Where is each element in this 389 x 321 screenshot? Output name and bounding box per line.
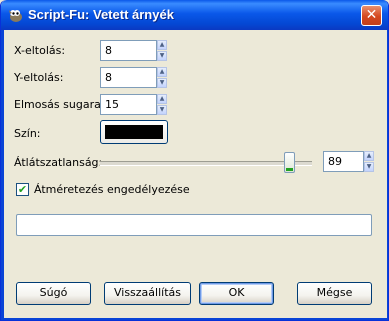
help-button[interactable]: Súgó	[16, 282, 91, 305]
arrow-down-icon: ▼	[159, 52, 165, 59]
resize-checkbox[interactable]: ✔	[16, 183, 29, 196]
x-offset-label: X-eltolás:	[14, 44, 66, 57]
opacity-up-button[interactable]: ▲	[364, 151, 374, 161]
script-fu-dialog: Script-Fu: Vetett árnyék ✕ X-eltolás: 8 …	[0, 0, 389, 321]
window-title: Script-Fu: Vetett árnyék	[28, 7, 174, 22]
cancel-button[interactable]: Mégse	[297, 282, 372, 305]
x-offset-spinner: 8 ▲ ▼	[100, 40, 167, 61]
blur-radius-label: Elmosás sugara:	[14, 98, 105, 111]
y-offset-up-button[interactable]: ▲	[157, 67, 167, 77]
color-label: Szín:	[14, 127, 41, 140]
opacity-slider-thumb[interactable]	[283, 152, 295, 173]
y-offset-input[interactable]: 8	[100, 67, 157, 88]
y-offset-label: Y-eltolás:	[14, 71, 64, 84]
arrow-down-icon: ▼	[366, 163, 372, 170]
ok-button[interactable]: OK	[199, 282, 274, 305]
arrow-up-icon: ▲	[159, 95, 165, 102]
blur-radius-down-button[interactable]: ▼	[157, 105, 167, 115]
blur-radius-input[interactable]: 15	[100, 94, 157, 115]
reset-button-label: Visszaállítás	[113, 286, 181, 299]
ok-button-label: OK	[228, 286, 245, 299]
help-button-label: Súgó	[39, 286, 68, 299]
color-swatch	[105, 125, 163, 139]
status-text-box	[16, 214, 372, 236]
y-offset-spinner: 8 ▲ ▼	[100, 67, 167, 88]
reset-button[interactable]: Visszaállítás	[104, 282, 191, 305]
x-offset-up-button[interactable]: ▲	[157, 40, 167, 50]
opacity-label: Átlátszatlanság:	[14, 156, 103, 169]
opacity-slider-track[interactable]	[100, 161, 312, 166]
blur-radius-up-button[interactable]: ▲	[157, 94, 167, 104]
opacity-spinner: 89 ▲ ▼	[323, 151, 388, 172]
cancel-button-label: Mégse	[316, 286, 353, 299]
arrow-up-icon: ▲	[366, 152, 372, 159]
opacity-down-button[interactable]: ▼	[364, 162, 374, 172]
arrow-up-icon: ▲	[159, 41, 165, 48]
blur-radius-spinner: 15 ▲ ▼	[100, 94, 167, 115]
checkmark-icon: ✔	[17, 183, 28, 196]
title-bar[interactable]: Script-Fu: Vetett árnyék ✕	[1, 0, 388, 30]
color-button[interactable]	[100, 120, 168, 144]
close-icon: ✕	[365, 7, 378, 23]
opacity-input[interactable]: 89	[323, 151, 364, 172]
gimp-wilber-icon	[9, 10, 22, 22]
x-offset-down-button[interactable]: ▼	[157, 51, 167, 61]
arrow-down-icon: ▼	[159, 106, 165, 113]
x-offset-input[interactable]: 8	[100, 40, 157, 61]
arrow-up-icon: ▲	[159, 68, 165, 75]
close-button[interactable]: ✕	[361, 5, 382, 26]
arrow-down-icon: ▼	[159, 79, 165, 86]
y-offset-down-button[interactable]: ▼	[157, 78, 167, 88]
window-border-left	[1, 30, 4, 320]
resize-checkbox-label[interactable]: Átméretezés engedélyezése	[34, 183, 190, 196]
